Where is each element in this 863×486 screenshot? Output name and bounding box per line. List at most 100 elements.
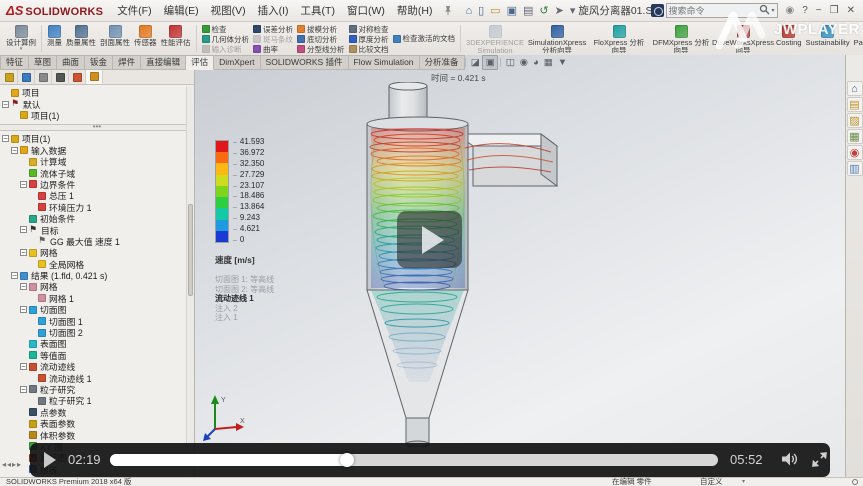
dimxpert-manager-tab[interactable] bbox=[52, 70, 69, 84]
tab-8[interactable]: SOLIDWORKS 插件 bbox=[261, 55, 349, 70]
ribbon-button-floxpress[interactable]: FloXpress 分析向导 bbox=[588, 23, 650, 54]
analysis-row-0[interactable]: −项目(1) bbox=[0, 133, 194, 144]
ribbon-button-draft-analysis[interactable]: 拔模分析 bbox=[297, 24, 345, 34]
view-orientation-icon[interactable]: ▣ bbox=[482, 55, 498, 70]
display-style-icon[interactable]: ◫ bbox=[503, 56, 517, 69]
select-icon[interactable]: ➤ bbox=[552, 2, 567, 20]
tab-7[interactable]: DimXpert bbox=[214, 55, 260, 70]
analysis-row-9[interactable]: ⚑GG 最大值 速度 1 bbox=[0, 236, 194, 247]
analysis-row-14[interactable]: 网格 1 bbox=[0, 293, 194, 304]
analysis-row-12[interactable]: −结果 (1.fld, 0.421 s) bbox=[0, 270, 194, 281]
analysis-row-23[interactable]: 粒子研究 1 bbox=[0, 395, 194, 406]
options-icon[interactable]: ▾ bbox=[567, 2, 579, 20]
display-manager-tab[interactable] bbox=[69, 70, 86, 84]
tree-expander-icon[interactable]: − bbox=[2, 101, 9, 108]
solidworks-resources-tab[interactable]: ⌂ bbox=[847, 81, 863, 96]
search-scope-icon[interactable] bbox=[651, 4, 664, 17]
analysis-row-15[interactable]: −切面图 bbox=[0, 304, 194, 315]
ribbon-button-sensor[interactable]: 传感器 bbox=[132, 23, 159, 54]
config-row-2[interactable]: 项目(1) bbox=[0, 110, 194, 121]
feature-manager-tab[interactable] bbox=[1, 70, 18, 84]
edit-appearance-icon[interactable]: ◕ bbox=[531, 56, 542, 69]
view-palette-tab[interactable]: ▦ bbox=[847, 129, 863, 144]
config-row-0[interactable]: 项目 bbox=[0, 87, 194, 98]
menu-item-3[interactable]: 插入(I) bbox=[252, 1, 295, 20]
apply-scene-icon[interactable]: ▦ bbox=[541, 56, 555, 69]
ribbon-button-geometry-analysis[interactable]: 几何体分析 bbox=[202, 34, 250, 44]
view-settings-icon[interactable]: ▼ bbox=[555, 56, 569, 69]
analysis-row-20[interactable]: −流动迹线 bbox=[0, 361, 194, 372]
tab-6[interactable]: 评估 bbox=[186, 55, 214, 70]
ribbon-button-compare-documents[interactable]: 比较文档 bbox=[349, 44, 389, 54]
new-document-icon[interactable]: ▯ bbox=[475, 2, 487, 20]
analysis-row-4[interactable]: −边界条件 bbox=[0, 179, 194, 190]
video-play-overlay[interactable] bbox=[397, 211, 462, 268]
tree-expander-icon[interactable]: − bbox=[20, 363, 27, 370]
analysis-row-19[interactable]: 等值面 bbox=[0, 350, 194, 361]
analysis-row-8[interactable]: −⚑目标 bbox=[0, 224, 194, 235]
menu-item-6[interactable]: 帮助(H) bbox=[391, 1, 439, 20]
ribbon-button-section-properties[interactable]: 剖面属性 bbox=[98, 23, 132, 54]
ribbon-button-design-study[interactable]: 设计算例▾ bbox=[4, 23, 38, 54]
tab-9[interactable]: Flow Simulation bbox=[349, 55, 420, 70]
tab-scroll-right-icon[interactable]: ▸▸ bbox=[12, 460, 22, 469]
ribbon-button-symmetry-check[interactable]: 对称检查 bbox=[349, 24, 389, 34]
jwplayer-logo[interactable]: JWPLAYER bbox=[716, 9, 860, 49]
save-icon[interactable]: ▣ bbox=[504, 2, 520, 20]
undo-icon[interactable]: ↺ bbox=[536, 2, 551, 20]
pin-icon[interactable] bbox=[443, 5, 453, 16]
appearances-scenes-tab[interactable]: ◉ bbox=[847, 145, 863, 160]
analysis-row-25[interactable]: 表面参数 bbox=[0, 418, 194, 429]
analysis-row-22[interactable]: −粒子研究 bbox=[0, 384, 194, 395]
flow-simulation-tab[interactable] bbox=[86, 70, 103, 84]
tree-expander-icon[interactable]: − bbox=[20, 226, 27, 233]
open-icon[interactable]: ▭ bbox=[487, 2, 503, 20]
analysis-row-6[interactable]: 环境压力 1 bbox=[0, 202, 194, 213]
status-customize[interactable]: 自定义 bbox=[700, 478, 723, 486]
analysis-row-7[interactable]: 初始条件 bbox=[0, 213, 194, 224]
ribbon-button-check[interactable]: 检查 bbox=[202, 24, 250, 34]
tab-0[interactable]: 特征 bbox=[0, 55, 29, 70]
player-progress-rail[interactable] bbox=[110, 454, 718, 466]
tree-expander-icon[interactable]: − bbox=[2, 135, 9, 142]
menu-item-4[interactable]: 工具(T) bbox=[295, 1, 341, 20]
panel-scrollbar[interactable] bbox=[186, 86, 194, 477]
config-row-1[interactable]: −⚑默认 bbox=[0, 98, 194, 109]
fullscreen-icon[interactable] bbox=[812, 452, 827, 472]
ribbon-button-mass-properties[interactable]: 质量属性 bbox=[64, 23, 98, 54]
progress-knob[interactable] bbox=[340, 453, 354, 467]
home-icon[interactable]: ⌂ bbox=[462, 2, 475, 20]
menu-item-1[interactable]: 编辑(E) bbox=[158, 1, 205, 20]
player-play-button[interactable] bbox=[44, 452, 56, 468]
design-library-tab[interactable]: ▤ bbox=[847, 97, 863, 112]
graphics-viewport[interactable]: ⌕⊡↶◪▣◫◉◕▦▼ 时间 = 0.421 s 41.59336.97232.3… bbox=[195, 55, 845, 477]
volume-icon[interactable] bbox=[782, 452, 800, 471]
analysis-row-17[interactable]: 切面图 2 bbox=[0, 327, 194, 338]
analysis-row-5[interactable]: 总压 1 bbox=[0, 190, 194, 201]
tab-4[interactable]: 焊件 bbox=[113, 55, 141, 70]
panel-splitter[interactable]: ••• bbox=[0, 124, 194, 131]
ribbon-button-undercut-analysis[interactable]: 底切分析 bbox=[297, 34, 345, 44]
section-view-icon[interactable]: ◪ bbox=[468, 56, 482, 69]
ribbon-button-thickness-analysis[interactable]: 厚度分析 bbox=[349, 34, 389, 44]
analysis-row-11[interactable]: 全局网格 bbox=[0, 258, 194, 269]
menu-item-0[interactable]: 文件(F) bbox=[111, 1, 157, 20]
tree-expander-icon[interactable]: − bbox=[11, 147, 18, 154]
print-icon[interactable]: ▤ bbox=[520, 2, 536, 20]
status-customize-dropdown-icon[interactable]: ▾ bbox=[742, 478, 745, 486]
tree-expander-icon[interactable]: − bbox=[20, 283, 27, 290]
analysis-row-18[interactable]: 表面图 bbox=[0, 338, 194, 349]
tree-expander-icon[interactable]: − bbox=[11, 272, 18, 279]
menu-item-5[interactable]: 窗口(W) bbox=[341, 1, 391, 20]
ribbon-button-parting-line-analysis[interactable]: 分型线分析 bbox=[297, 44, 345, 54]
hide-show-items-icon[interactable]: ◉ bbox=[517, 56, 530, 69]
tab-3[interactable]: 钣金 bbox=[85, 55, 113, 70]
ribbon-button-check-active-document[interactable]: 检查激活的文档 bbox=[393, 34, 456, 44]
analysis-row-26[interactable]: 体积参数 bbox=[0, 429, 194, 440]
ribbon-button-curvature[interactable]: 曲率 bbox=[253, 44, 293, 54]
analysis-row-3[interactable]: 流体子域 bbox=[0, 167, 194, 178]
analysis-row-10[interactable]: −网格 bbox=[0, 247, 194, 258]
analysis-row-16[interactable]: 切面图 1 bbox=[0, 315, 194, 326]
configuration-manager-tab[interactable] bbox=[35, 70, 52, 84]
custom-properties-tab[interactable]: ▥ bbox=[847, 161, 863, 176]
